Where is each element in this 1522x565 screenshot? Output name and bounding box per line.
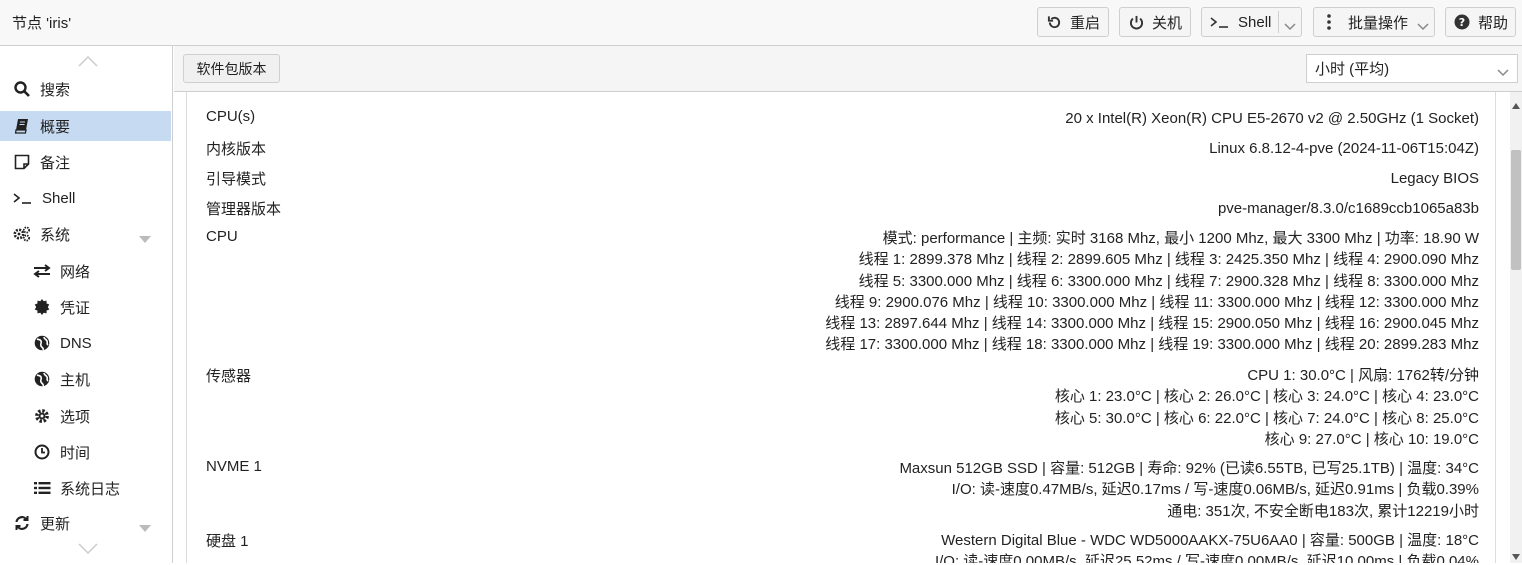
sidebar-item-search[interactable]: 搜索 [0,74,171,104]
globe-icon [33,334,51,352]
sidebar-item-label: 系统 [40,226,71,244]
sidebar-item-network[interactable]: 网络 [0,256,171,286]
sidebar-item-label: 系统日志 [60,480,121,498]
sidebar-scroll-up-icon[interactable] [78,54,98,67]
power-icon [1128,14,1144,30]
sidebar-item-notes[interactable]: 备注 [0,147,171,177]
sidebar-item-shell[interactable]: Shell [0,183,171,213]
detail-value: 20 x Intel(R) Xeon(R) CPU E5-2670 v2 @ 2… [1065,110,1479,127]
sidebar-item-options[interactable]: 选项 [0,401,171,431]
sidebar-item-system[interactable]: 系统 [0,219,171,249]
terminal-icon [1210,14,1230,30]
gears-icon [13,225,31,243]
detail-label: 引导模式 [206,171,267,188]
undo-icon [1046,14,1062,30]
clock-icon [33,443,51,461]
detail-value: CPU 1: 30.0°C | 风扇: 1762转/分钟 核心 1: 23.0°… [1054,367,1479,448]
sidebar-item-label: 备注 [40,154,71,172]
detail-value: Maxsun 512GB SSD | 容量: 512GB | 寿命: 92% (… [899,460,1479,520]
scrollbar-thumb[interactable] [1511,150,1521,270]
sidebar-item-label: 搜索 [40,81,71,99]
collapse-caret-icon[interactable] [139,230,151,247]
help-label: 帮助 [1478,14,1509,32]
book-icon [13,117,31,135]
detail-value: Western Digital Blue - WDC WD5000AAKX-75… [934,532,1479,563]
detail-label: 传感器 [206,368,252,385]
bulk-actions-button[interactable]: 批量操作 [1313,7,1435,37]
sidebar-item-time[interactable]: 时间 [0,437,171,467]
scroll-down-arrow-icon[interactable] [1512,547,1520,565]
sidebar-scroll-down-icon[interactable] [78,542,98,555]
shutdown-label: 关机 [1152,14,1183,32]
exchange-icon [33,262,51,280]
list-icon [33,479,51,497]
terminal-icon [13,189,33,207]
detail-label: CPU [206,228,238,245]
sidebar-item-syslog[interactable]: 系统日志 [0,473,171,503]
sidebar-item-label: 选项 [60,408,91,426]
shell-button[interactable]: Shell [1201,7,1302,37]
question-circle-icon: ? [1454,14,1470,30]
globe-icon [33,370,51,388]
shutdown-button[interactable]: 关机 [1119,7,1191,37]
refresh-icon [13,514,31,532]
note-icon [13,153,31,171]
shell-label: Shell [1238,13,1272,31]
detail-label: 管理器版本 [206,201,282,218]
sidebar-item-label: 概要 [40,118,71,136]
summary-toolbar: 软件包版本 小时 (平均) [174,46,1522,92]
bulk-actions-label: 批量操作 [1348,14,1409,32]
detail-value: pve-manager/8.3.0/c1689ccb1065a83b [1217,200,1479,217]
detail-value: Legacy BIOS [1390,170,1479,187]
sidebar-item-label: DNS [60,334,92,352]
detail-label: CPU(s) [206,108,256,125]
sidebar-item-updates[interactable]: 更新 [0,508,171,538]
timeframe-select[interactable]: 小时 (平均) [1306,54,1518,83]
node-status-panel: CPU(s) 20 x Intel(R) Xeon(R) CPU E5-2670… [186,92,1496,563]
search-icon [13,80,31,98]
scroll-up-arrow-icon[interactable] [1512,96,1520,114]
sidebar-item-label: 网络 [60,263,91,281]
chevron-down-icon[interactable] [1497,64,1509,81]
more-vertical-icon [1326,14,1332,30]
detail-value: Linux 6.8.12-4-pve (2024-11-06T15:04Z) [1209,140,1479,157]
collapse-caret-icon[interactable] [139,519,151,536]
panel-scrollbar[interactable] [1510,92,1522,563]
reboot-button[interactable]: 重启 [1037,7,1109,37]
chevron-down-icon [1417,18,1429,35]
certificate-icon [33,298,51,316]
sidebar-item-summary[interactable]: 概要 [0,111,171,141]
timeframe-value: 小时 (平均) [1315,61,1390,78]
gear-icon [33,407,51,425]
sidebar-item-label: 更新 [40,515,71,533]
sidebar-item-label: 凭证 [60,299,91,317]
sidebar-item-label: 主机 [60,371,91,389]
package-versions-button[interactable]: 软件包版本 [183,54,280,83]
detail-value: 模式: performance | 主频: 实时 3168 Mhz, 最小 12… [825,230,1479,354]
detail-label: 硬盘 1 [206,533,249,550]
detail-label: NVME 1 [206,458,262,475]
node-sidebar: 搜索 概要 备注 Shell 系统 网络 凭证 DNS 主机 选项 时间 系统日… [0,46,173,563]
sidebar-item-certificates[interactable]: 凭证 [0,292,171,322]
help-button[interactable]: ? 帮助 [1445,7,1516,37]
sidebar-item-label: 时间 [60,444,91,462]
reboot-label: 重启 [1070,14,1101,32]
sidebar-item-hosts[interactable]: 主机 [0,364,171,394]
node-title: 节点 'iris' [12,15,72,32]
detail-label: 内核版本 [206,141,267,158]
sidebar-item-dns[interactable]: DNS [0,328,171,358]
svg-text:?: ? [1459,16,1465,29]
sidebar-item-label: Shell [42,189,76,207]
chevron-down-icon[interactable] [1284,18,1296,35]
node-header: 节点 'iris' 重启 关机 Shell 批量操作 ? 帮助 [0,0,1522,46]
